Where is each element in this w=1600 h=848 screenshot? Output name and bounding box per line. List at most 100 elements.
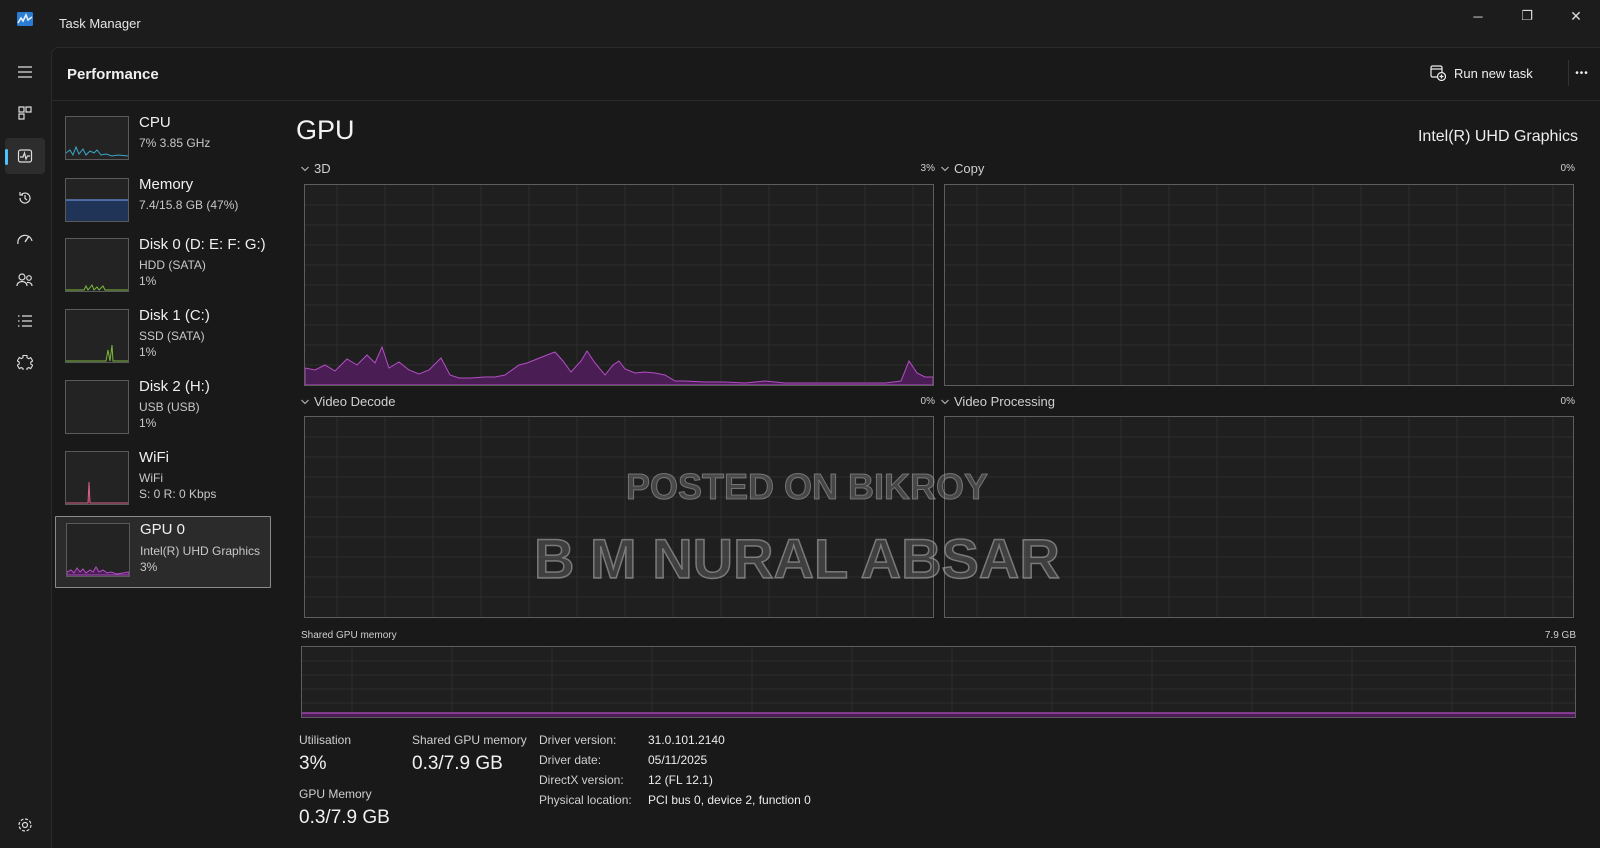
driver-date-value: 05/11/2025 xyxy=(648,753,708,767)
page-header xyxy=(51,47,1600,101)
device-usage: 3% xyxy=(140,560,158,574)
shared-memory-graph-svg xyxy=(302,647,1575,717)
cpu-thumbnail-graph xyxy=(65,116,129,160)
chevron-down-icon xyxy=(301,166,309,171)
maximize-button[interactable]: ❐ xyxy=(1503,0,1551,32)
app-history-icon xyxy=(19,192,31,204)
details-icon xyxy=(18,315,32,327)
page-title: Performance xyxy=(67,66,159,83)
nav-services[interactable] xyxy=(5,344,45,380)
watermark-owner-name: B M NURAL ABSAR xyxy=(533,526,1060,591)
services-icon xyxy=(17,354,33,370)
gpu-memory-label: GPU Memory xyxy=(299,787,372,801)
driver-version-value: 31.0.101.2140 xyxy=(648,733,725,747)
device-usage: 1% xyxy=(139,416,157,430)
nav-startup-apps[interactable] xyxy=(5,221,45,257)
settings-icon xyxy=(18,818,32,832)
more-icon: ••• xyxy=(1575,67,1589,79)
memory-thumbnail-graph xyxy=(65,178,129,222)
engine-selector-video-processing[interactable]: Video Processing xyxy=(940,394,1055,409)
device-item-gpu0[interactable]: GPU 0 Intel(R) UHD Graphics 3% xyxy=(55,516,271,588)
nav-app-history[interactable] xyxy=(5,180,45,216)
directx-version-value: 12 (FL 12.1) xyxy=(648,773,713,787)
shared-memory-label: Shared GPU memory xyxy=(412,733,527,747)
device-name: Disk 0 (D: E: F: G:) xyxy=(139,236,266,253)
shared-memory-graph xyxy=(301,646,1576,718)
shared-memory-graph-label: Shared GPU memory xyxy=(301,630,397,641)
engine-3d-graph-svg xyxy=(305,185,933,385)
directx-version-key: DirectX version: xyxy=(539,773,624,787)
nav-details[interactable] xyxy=(5,303,45,339)
gpu-memory-value: 0.3/7.9 GB xyxy=(299,807,390,828)
watermark-posted-on: POSTED ON BIKROY xyxy=(625,466,989,508)
close-icon: ✕ xyxy=(1570,7,1582,24)
device-name: Disk 2 (H:) xyxy=(139,378,210,395)
engine-copy-graph-svg xyxy=(945,185,1573,385)
nav-settings[interactable] xyxy=(5,807,45,843)
physical-location-key: Physical location: xyxy=(539,793,632,807)
engine-label: 3D xyxy=(314,161,331,176)
engine-pct: 3% xyxy=(920,163,935,174)
device-detail: WiFi xyxy=(139,471,163,485)
task-manager-app-icon xyxy=(17,12,33,26)
device-name: WiFi xyxy=(139,449,169,466)
startup-apps-icon xyxy=(17,234,33,245)
device-detail: USB (USB) xyxy=(139,400,200,414)
performance-icon xyxy=(17,149,33,163)
minimize-button[interactable]: ─ xyxy=(1454,0,1502,32)
device-throughput: S: 0 R: 0 Kbps xyxy=(139,487,217,501)
more-options-button[interactable]: ••• xyxy=(1566,62,1598,84)
device-item-wifi[interactable]: WiFi WiFi S: 0 R: 0 Kbps xyxy=(55,445,269,515)
device-usage: 1% xyxy=(139,345,157,359)
device-item-cpu[interactable]: CPU 7% 3.85 GHz xyxy=(55,110,269,180)
run-new-task-button[interactable]: Run new task xyxy=(1430,62,1533,84)
chevron-down-icon xyxy=(941,399,949,404)
engine-label: Video Decode xyxy=(314,394,396,409)
gpu-heading: GPU xyxy=(296,115,355,145)
engine-pct: 0% xyxy=(920,396,935,407)
device-name: GPU 0 xyxy=(140,521,186,538)
title-bar xyxy=(0,0,1600,46)
device-detail: Intel(R) UHD Graphics xyxy=(140,544,261,558)
close-button[interactable]: ✕ xyxy=(1552,0,1600,32)
nav-performance[interactable] xyxy=(5,138,45,174)
hamburger-icon xyxy=(18,66,32,78)
device-item-disk1[interactable]: Disk 1 (C:) SSD (SATA) 1% xyxy=(55,303,269,373)
device-name: Memory xyxy=(139,176,194,193)
shared-memory-graph-max: 7.9 GB xyxy=(1544,630,1576,641)
physical-location-value: PCI bus 0, device 2, function 0 xyxy=(648,793,811,807)
device-detail: 7.4/15.8 GB (47%) xyxy=(139,198,239,212)
nav-processes[interactable] xyxy=(5,95,45,131)
engine-graph-copy xyxy=(944,184,1574,386)
run-new-task-icon xyxy=(1430,65,1446,81)
engine-pct: 0% xyxy=(1560,163,1575,174)
device-name: CPU xyxy=(139,114,171,131)
engine-selector-copy[interactable]: Copy xyxy=(940,161,984,176)
nav-users[interactable] xyxy=(5,262,45,298)
run-new-task-label: Run new task xyxy=(1454,65,1533,81)
disk2-thumbnail-graph xyxy=(65,380,129,434)
driver-date-key: Driver date: xyxy=(539,753,602,767)
chevron-down-icon xyxy=(941,166,949,171)
chevron-down-icon xyxy=(301,399,309,404)
active-indicator xyxy=(5,149,8,165)
device-detail: 7% 3.85 GHz xyxy=(139,136,211,150)
engine-pct: 0% xyxy=(1560,396,1575,407)
menu-button[interactable] xyxy=(5,54,45,90)
restore-icon: ❐ xyxy=(1521,8,1533,23)
engine-selector-3d[interactable]: 3D xyxy=(300,161,331,176)
shared-memory-value: 0.3/7.9 GB xyxy=(412,753,503,774)
utilisation-value: 3% xyxy=(299,753,327,774)
device-detail: SSD (SATA) xyxy=(139,329,205,343)
driver-version-key: Driver version: xyxy=(539,733,617,747)
disk0-thumbnail-graph xyxy=(65,238,129,292)
engine-selector-video-decode[interactable]: Video Decode xyxy=(300,394,395,409)
minimize-icon: ─ xyxy=(1473,8,1483,24)
device-item-disk2[interactable]: Disk 2 (H:) USB (USB) 1% xyxy=(55,374,269,444)
device-item-disk0[interactable]: Disk 0 (D: E: F: G:) HDD (SATA) 1% xyxy=(55,232,269,302)
engine-graph-3d xyxy=(304,184,934,386)
window-title: Task Manager xyxy=(59,16,141,31)
processes-icon xyxy=(18,106,32,120)
device-name: Disk 1 (C:) xyxy=(139,307,210,324)
utilisation-label: Utilisation xyxy=(299,733,352,747)
